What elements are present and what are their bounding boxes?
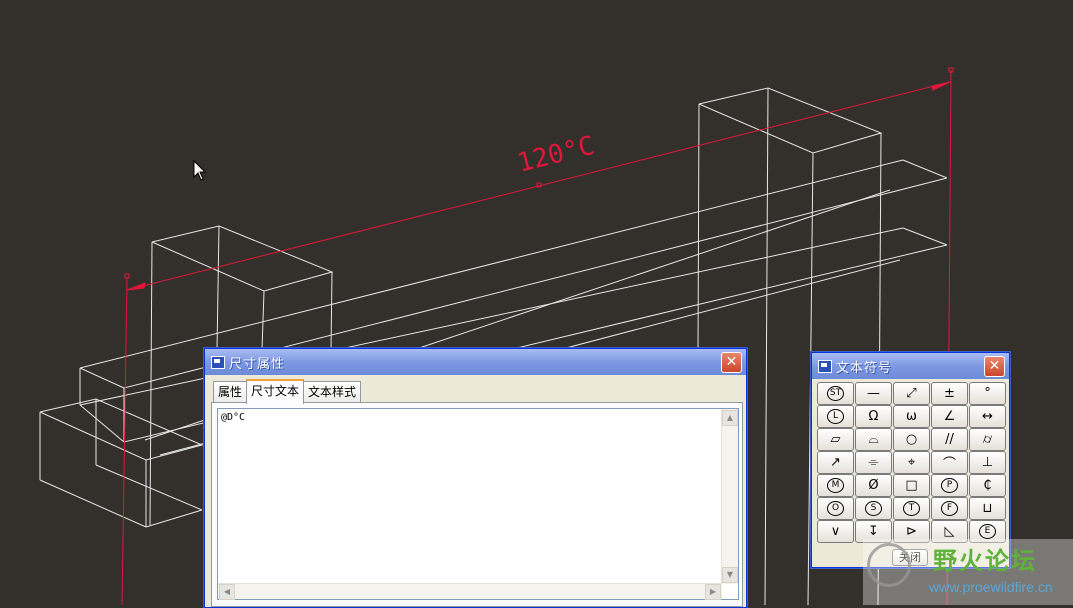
small-omega-icon[interactable]: ω — [893, 405, 930, 428]
window-icon — [211, 355, 225, 369]
tangent-plane-icon-glyph: T — [903, 501, 920, 516]
countersink-icon[interactable]: ∨ — [817, 520, 854, 543]
straightness-icon[interactable]: — — [855, 382, 892, 405]
watermark: 野火论坛 www.proewildfire.cn — [863, 539, 1073, 605]
editor-content[interactable]: @D°C — [221, 412, 245, 423]
forum-logo-icon — [867, 543, 911, 587]
square-icon[interactable]: □ — [893, 474, 930, 497]
depth-icon-glyph: ↧ — [868, 524, 879, 539]
max-material-icon[interactable]: M — [817, 474, 854, 497]
watermark-title: 野火论坛 — [933, 547, 1037, 575]
free-state-icon-glyph: F — [941, 501, 958, 516]
angularity-icon-glyph: ∠ — [943, 409, 956, 424]
tangent-plane-icon[interactable]: T — [893, 497, 930, 520]
counterbore-icon-glyph: ⊔ — [982, 501, 993, 516]
concentricity-icon[interactable]: O — [817, 497, 854, 520]
perpendicularity-icon[interactable]: ⊥ — [969, 451, 1006, 474]
scroll-left-icon[interactable]: ◀ — [219, 584, 235, 600]
degree-icon[interactable]: ° — [969, 382, 1006, 405]
centerline-icon[interactable]: ₵ — [969, 474, 1006, 497]
small-omega-icon-glyph: ω — [906, 409, 917, 424]
symmetry-icon-glyph: ⌯ — [868, 455, 879, 470]
concentricity-icon-glyph: O — [827, 501, 844, 516]
scroll-right-icon[interactable]: ▶ — [705, 584, 721, 600]
flatness-icon-glyph: ▱ — [830, 432, 841, 447]
parallelism-icon[interactable]: // — [931, 428, 968, 451]
circularity-icon-glyph: ○ — [905, 432, 918, 447]
tab-panel: @D°C ▲ ▼ ◀ ▶ — [211, 402, 743, 607]
slope-icon-glyph: ◺ — [944, 524, 955, 539]
centerline-icon-glyph: ₵ — [983, 478, 992, 493]
counterbore-icon[interactable]: ⊔ — [969, 497, 1006, 520]
dialog-title: 尺寸属性 — [229, 356, 286, 372]
dimension-properties-dialog: 尺寸属性 ✕ 属性 尺寸文本 文本样式 @D°C ▲ ▼ ◀ ▶ — [204, 348, 747, 608]
close-button[interactable]: ✕ — [984, 356, 1005, 377]
tab-dimension-text[interactable]: 尺寸文本 — [246, 379, 305, 404]
projected-zone-icon-glyph: P — [941, 478, 958, 493]
omega-icon-glyph: Ω — [868, 409, 879, 424]
diameter-icon-glyph: Ø — [868, 478, 879, 493]
conical-taper-icon-glyph: ⊳ — [906, 524, 917, 539]
least-material-icon[interactable]: L — [817, 405, 854, 428]
scroll-up-icon[interactable]: ▲ — [722, 410, 738, 426]
window-icon — [818, 359, 832, 373]
envelope-icon-glyph: E — [979, 524, 996, 539]
diameter-icon[interactable]: Ø — [855, 474, 892, 497]
square-icon-glyph: □ — [905, 478, 918, 493]
plus-minus-icon[interactable]: ± — [931, 382, 968, 405]
regardless-size-icon[interactable]: S — [855, 497, 892, 520]
symbol-palette: ST — ⤢ ± ° L Ωω ∠ ↔ ▱ ⌓ ○//⌭ ↗ ⌯ ⌖ ⌒ ⊥ M Ø □ P ₵ O S T F ⊔ ∨ ↧ ⊳ ◺ E — [817, 382, 1006, 543]
straightness-icon-glyph: — — [867, 386, 880, 401]
symmetry-icon[interactable]: ⌯ — [855, 451, 892, 474]
text-symbols-dialog: 文本符号 ✕ ST — ⤢ ± ° L Ωω ∠ ↔ ▱ ⌓ ○//⌭ ↗ ⌯ ⌖ ⌒ ⊥ M Ø □ P ₵ O S T F ⊔ ∨… — [811, 352, 1010, 568]
cylindricity-icon[interactable]: ⌭ — [969, 428, 1006, 451]
position-icon-glyph: ⌖ — [907, 455, 916, 470]
plus-minus-icon-glyph: ± — [944, 386, 955, 401]
between-icon[interactable]: ↔ — [969, 405, 1006, 428]
circular-runout-icon[interactable]: ↗ — [817, 451, 854, 474]
surface-profile-icon[interactable]: ⌓ — [855, 428, 892, 451]
circularity-icon[interactable]: ○ — [893, 428, 930, 451]
angularity-icon[interactable]: ∠ — [931, 405, 968, 428]
total-runout-icon[interactable]: ⤢ — [893, 382, 930, 405]
tab-text-style[interactable]: 文本样式 — [303, 381, 362, 402]
vertical-scrollbar[interactable]: ▲ ▼ — [721, 409, 738, 584]
countersink-icon-glyph: ∨ — [830, 524, 841, 539]
free-state-icon[interactable]: F — [931, 497, 968, 520]
statistical-tolerance-icon-glyph: ST — [827, 386, 844, 401]
projected-zone-icon[interactable]: P — [931, 474, 968, 497]
max-material-icon-glyph: M — [827, 478, 844, 493]
dialog-title: 文本符号 — [836, 360, 893, 376]
scroll-down-icon[interactable]: ▼ — [722, 567, 738, 583]
flatness-icon[interactable]: ▱ — [817, 428, 854, 451]
dimension-text[interactable]: 120°C — [514, 131, 597, 179]
line-profile-icon-glyph: ⌒ — [942, 457, 956, 472]
surface-profile-icon-glyph: ⌓ — [868, 432, 879, 447]
parallelism-icon-glyph: // — [945, 432, 954, 447]
perpendicularity-icon-glyph: ⊥ — [981, 455, 994, 470]
cylindricity-icon-glyph: ⌭ — [982, 432, 993, 447]
dialog-titlebar[interactable]: 尺寸属性 — [205, 349, 746, 375]
total-runout-icon-glyph: ⤢ — [906, 386, 917, 401]
dialog-titlebar[interactable]: 文本符号 — [812, 353, 1009, 379]
position-icon[interactable]: ⌖ — [893, 451, 930, 474]
line-profile-icon[interactable]: ⌒ — [931, 451, 968, 474]
tab-properties[interactable]: 属性 — [213, 381, 248, 402]
least-material-icon-glyph: L — [827, 409, 844, 424]
statistical-tolerance-icon[interactable]: ST — [817, 382, 854, 405]
dimension-text-editor[interactable]: @D°C ▲ ▼ ◀ ▶ — [217, 408, 739, 600]
between-icon-glyph: ↔ — [982, 409, 993, 424]
horizontal-scrollbar[interactable]: ◀ ▶ — [218, 583, 722, 600]
omega-icon[interactable]: Ω — [855, 405, 892, 428]
degree-icon-glyph: ° — [984, 386, 991, 401]
watermark-url: www.proewildfire.cn — [929, 579, 1053, 595]
circular-runout-icon-glyph: ↗ — [830, 455, 841, 470]
regardless-size-icon-glyph: S — [865, 501, 882, 516]
close-button[interactable]: ✕ — [721, 352, 742, 373]
